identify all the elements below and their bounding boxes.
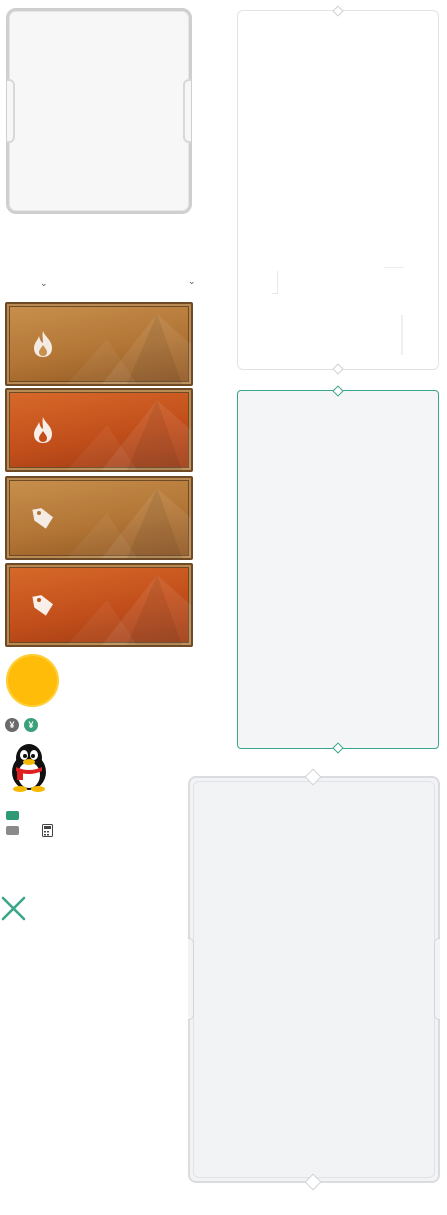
calculator-icon bbox=[42, 824, 53, 837]
price-tag-icon bbox=[32, 508, 54, 529]
frame-diamond-top bbox=[332, 385, 344, 397]
teal-diamond-frame bbox=[237, 385, 439, 754]
green-ticket-icon bbox=[6, 811, 19, 820]
white-diamond-frame bbox=[237, 5, 439, 375]
close-icon[interactable] bbox=[1, 896, 26, 921]
frame-notch-right bbox=[183, 79, 191, 143]
wood-button-tag-rust[interactable] bbox=[5, 563, 193, 647]
frame-notch-left bbox=[188, 938, 194, 1020]
frame-edge-mark bbox=[401, 315, 403, 355]
wood-button-flame-tan[interactable] bbox=[5, 302, 193, 386]
frame-notch-left bbox=[7, 79, 15, 143]
large-grey-notched-frame bbox=[188, 768, 440, 1191]
frame-diamond-bottom bbox=[332, 742, 344, 754]
qq-penguin-icon bbox=[12, 744, 46, 792]
frame-diamond-bottom bbox=[332, 363, 344, 375]
chevron-down-icon[interactable]: ⌄ bbox=[188, 277, 196, 286]
flame-icon bbox=[34, 417, 52, 443]
yen-coin-grey-icon: ¥ bbox=[5, 718, 19, 732]
frame-corner-mark bbox=[272, 271, 278, 294]
yen-coin-green-icon: ¥ bbox=[24, 718, 38, 732]
grey-rounded-frame bbox=[6, 8, 192, 214]
sun-badge-icon bbox=[6, 654, 59, 707]
flame-icon bbox=[34, 331, 52, 357]
wood-button-tag-tan[interactable] bbox=[5, 476, 193, 560]
frame-diamond-top bbox=[332, 5, 344, 17]
frame-notch-right bbox=[434, 938, 440, 1020]
frame-inner-border bbox=[193, 781, 435, 1178]
price-tag-icon bbox=[32, 595, 54, 616]
wood-button-flame-rust[interactable] bbox=[5, 388, 193, 472]
chevron-down-icon[interactable]: ⌄ bbox=[40, 279, 48, 288]
grey-ticket-icon bbox=[6, 826, 19, 835]
frame-edge-mark bbox=[384, 267, 404, 272]
